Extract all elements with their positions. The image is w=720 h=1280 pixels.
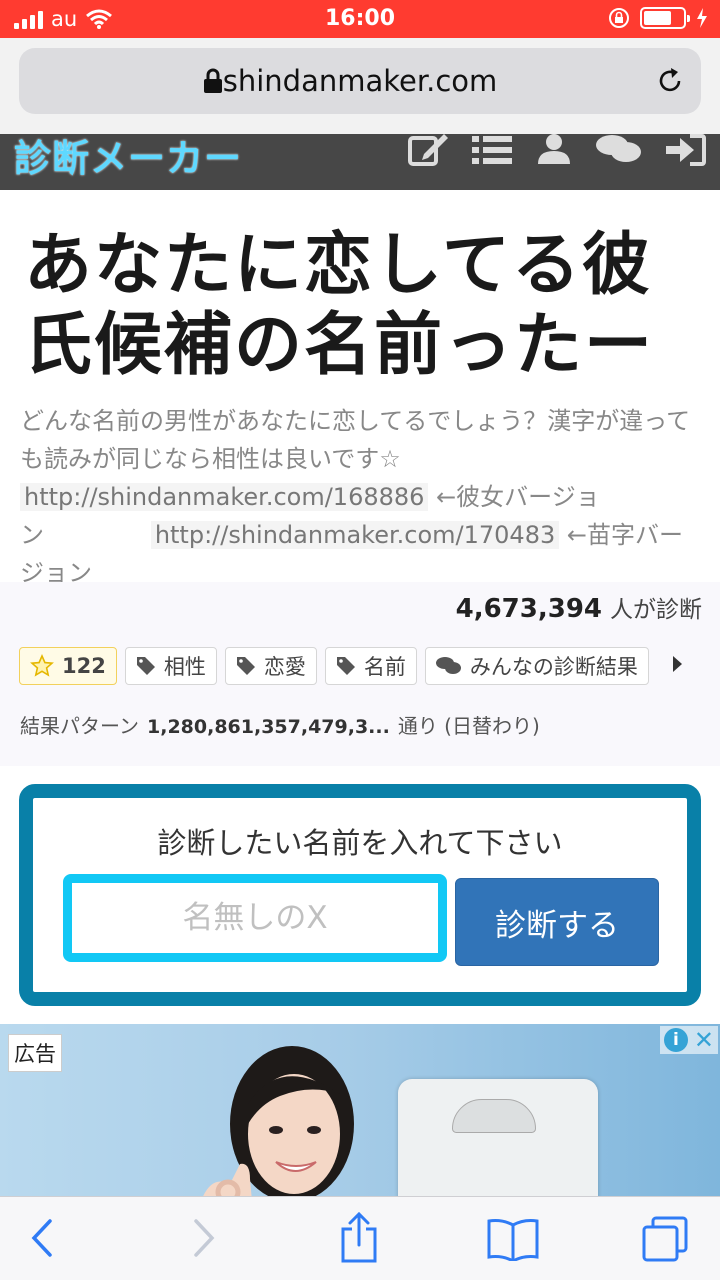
address-bar[interactable]: shindanmaker.com	[19, 48, 701, 114]
tag-icon	[136, 657, 155, 675]
diagnosis-count: 4,673,394 人が診断	[455, 594, 702, 624]
header-nav	[408, 134, 706, 166]
star-icon	[30, 654, 54, 677]
browser-address-area: shindanmaker.com	[0, 38, 720, 134]
reload-icon[interactable]	[655, 66, 685, 96]
lock-icon	[204, 68, 222, 93]
share-icon[interactable]	[338, 1211, 380, 1263]
scroll-right-icon[interactable]	[673, 656, 682, 672]
ad-image	[203, 1046, 354, 1196]
user-icon[interactable]	[536, 134, 572, 166]
url-text: shindanmaker.com	[222, 64, 498, 98]
comments-icon	[435, 657, 461, 674]
browser-toolbar	[0, 1196, 720, 1280]
result-patterns: 結果パターン 1,280,861,357,479,3... 通り (日替わり)	[20, 714, 540, 738]
bookmarks-icon[interactable]	[486, 1217, 540, 1261]
tag-compatibility[interactable]: 相性	[124, 647, 217, 685]
stats-area: 4,673,394 人が診断 122 相性 恋愛 名前 みんなの診断結果 結果パ…	[0, 582, 720, 766]
main-content: あなたに恋してる彼氏候補の名前ったー どんな名前の男性があなたに恋してるでしょう…	[0, 190, 720, 1006]
name-input[interactable]	[63, 874, 447, 962]
everyones-results-button[interactable]: みんなの診断結果	[424, 647, 649, 685]
link-surname-version[interactable]: http://shindanmaker.com/170483	[150, 521, 560, 549]
site-logo[interactable]: 診断メーカー	[14, 134, 242, 182]
ad-info-icon[interactable]: i	[663, 1028, 688, 1052]
description: どんな名前の男性があなたに恋してるでしょう？漢字が違っても読みが同じなら相性は良…	[20, 407, 691, 587]
forward-icon[interactable]	[188, 1213, 218, 1263]
diagnose-button[interactable]: 診断する	[455, 878, 659, 966]
back-icon[interactable]	[28, 1213, 58, 1263]
link-girlfriend-version[interactable]: http://shindanmaker.com/168886	[20, 483, 429, 511]
page-title: あなたに恋してる彼氏候補の名前ったー	[24, 226, 655, 385]
tag-icon	[336, 657, 355, 675]
comments-icon[interactable]	[596, 134, 642, 166]
favorite-button[interactable]: 122	[19, 647, 117, 685]
tag-icon	[236, 657, 255, 675]
tags-row: 122 相性 恋愛 名前 みんなの診断結果	[19, 647, 649, 685]
orientation-lock-icon	[609, 8, 629, 28]
ad-label: 広告	[8, 1034, 62, 1072]
ad-controls: i ✕	[659, 1026, 718, 1054]
status-bar: au 16:00	[0, 0, 720, 38]
charging-icon	[697, 8, 707, 28]
tabs-icon[interactable]	[640, 1215, 690, 1263]
site-header: 診断メーカー	[0, 134, 720, 190]
ad-scale-image	[398, 1079, 598, 1196]
tag-love[interactable]: 恋愛	[224, 647, 317, 685]
form-label: 診断したい名前を入れて下さい	[157, 826, 563, 860]
battery-icon	[640, 7, 690, 29]
login-icon[interactable]	[666, 134, 706, 166]
advertisement[interactable]: 広告 i ✕	[0, 1024, 720, 1196]
diagnosis-form: 診断したい名前を入れて下さい 診断する	[19, 784, 701, 1006]
tag-name[interactable]: 名前	[324, 647, 417, 685]
list-icon[interactable]	[472, 134, 512, 166]
edit-icon[interactable]	[408, 134, 448, 166]
ad-close-icon[interactable]: ✕	[694, 1028, 714, 1052]
